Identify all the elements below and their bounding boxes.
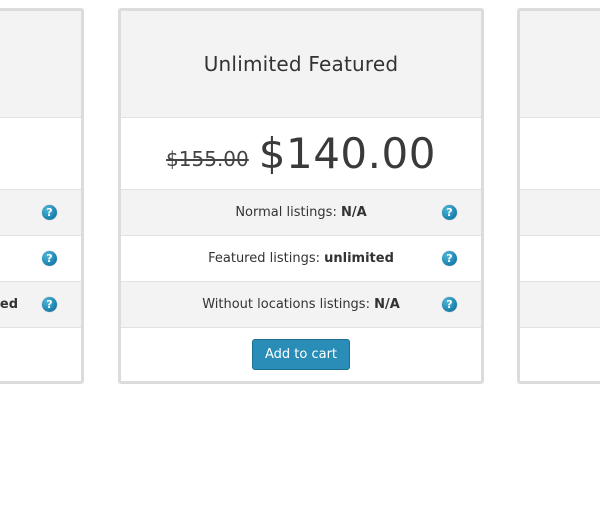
feature-row: ted ? [0, 282, 81, 328]
plan-header [0, 11, 81, 118]
feature-value: unlimited [324, 251, 394, 266]
help-icon[interactable]: ? [42, 296, 57, 312]
feature-text: Without locations listings: N/A [202, 297, 400, 312]
plan-card-right [517, 8, 600, 384]
feature-label: Without locations listings: [202, 297, 370, 312]
feature-row [520, 190, 600, 236]
feature-row-normal-listings: Normal listings: N/A ? [121, 190, 481, 236]
feature-row-featured-listings: Featured listings: unlimited ? [121, 236, 481, 282]
plan-footer [520, 328, 600, 380]
feature-row [520, 236, 600, 282]
feature-row [520, 282, 600, 328]
feature-text: Normal listings: N/A [235, 205, 366, 220]
feature-row: ? [0, 190, 81, 236]
help-icon[interactable]: ? [442, 250, 457, 266]
plan-price [0, 118, 81, 190]
plan-footer [0, 328, 81, 380]
new-price: $140.00 [258, 129, 436, 178]
old-price: $155.00 [166, 146, 249, 171]
feature-value: N/A [374, 297, 400, 312]
plan-price [520, 118, 600, 190]
feature-value: N/A [340, 205, 367, 220]
plan-footer: Add to cart [121, 328, 481, 380]
feature-row: ? [0, 236, 81, 282]
plan-card-left: ? ? ted ? [0, 8, 84, 384]
feature-label: Featured listings: [208, 251, 320, 266]
plan-title: Unlimited Featured [203, 52, 399, 76]
feature-label: Normal listings: [235, 205, 337, 220]
help-icon[interactable]: ? [442, 204, 457, 220]
feature-row-without-locations-listings: Without locations listings: N/A ? [121, 282, 481, 328]
help-icon[interactable]: ? [42, 204, 57, 220]
help-icon[interactable]: ? [442, 296, 457, 312]
help-icon[interactable]: ? [42, 250, 57, 266]
plan-header [520, 11, 600, 118]
pricing-plans: ? ? ted ? Unlimited Featured $155.00 $14… [0, 0, 600, 532]
feature-text: Featured listings: unlimited [208, 251, 394, 266]
add-to-cart-button[interactable]: Add to cart [251, 338, 351, 370]
plan-header: Unlimited Featured [121, 11, 481, 118]
plan-price: $155.00 $140.00 [121, 118, 481, 190]
feature-value: ted [0, 297, 18, 312]
plan-card-unlimited-featured: Unlimited Featured $155.00 $140.00 Norma… [118, 8, 484, 384]
